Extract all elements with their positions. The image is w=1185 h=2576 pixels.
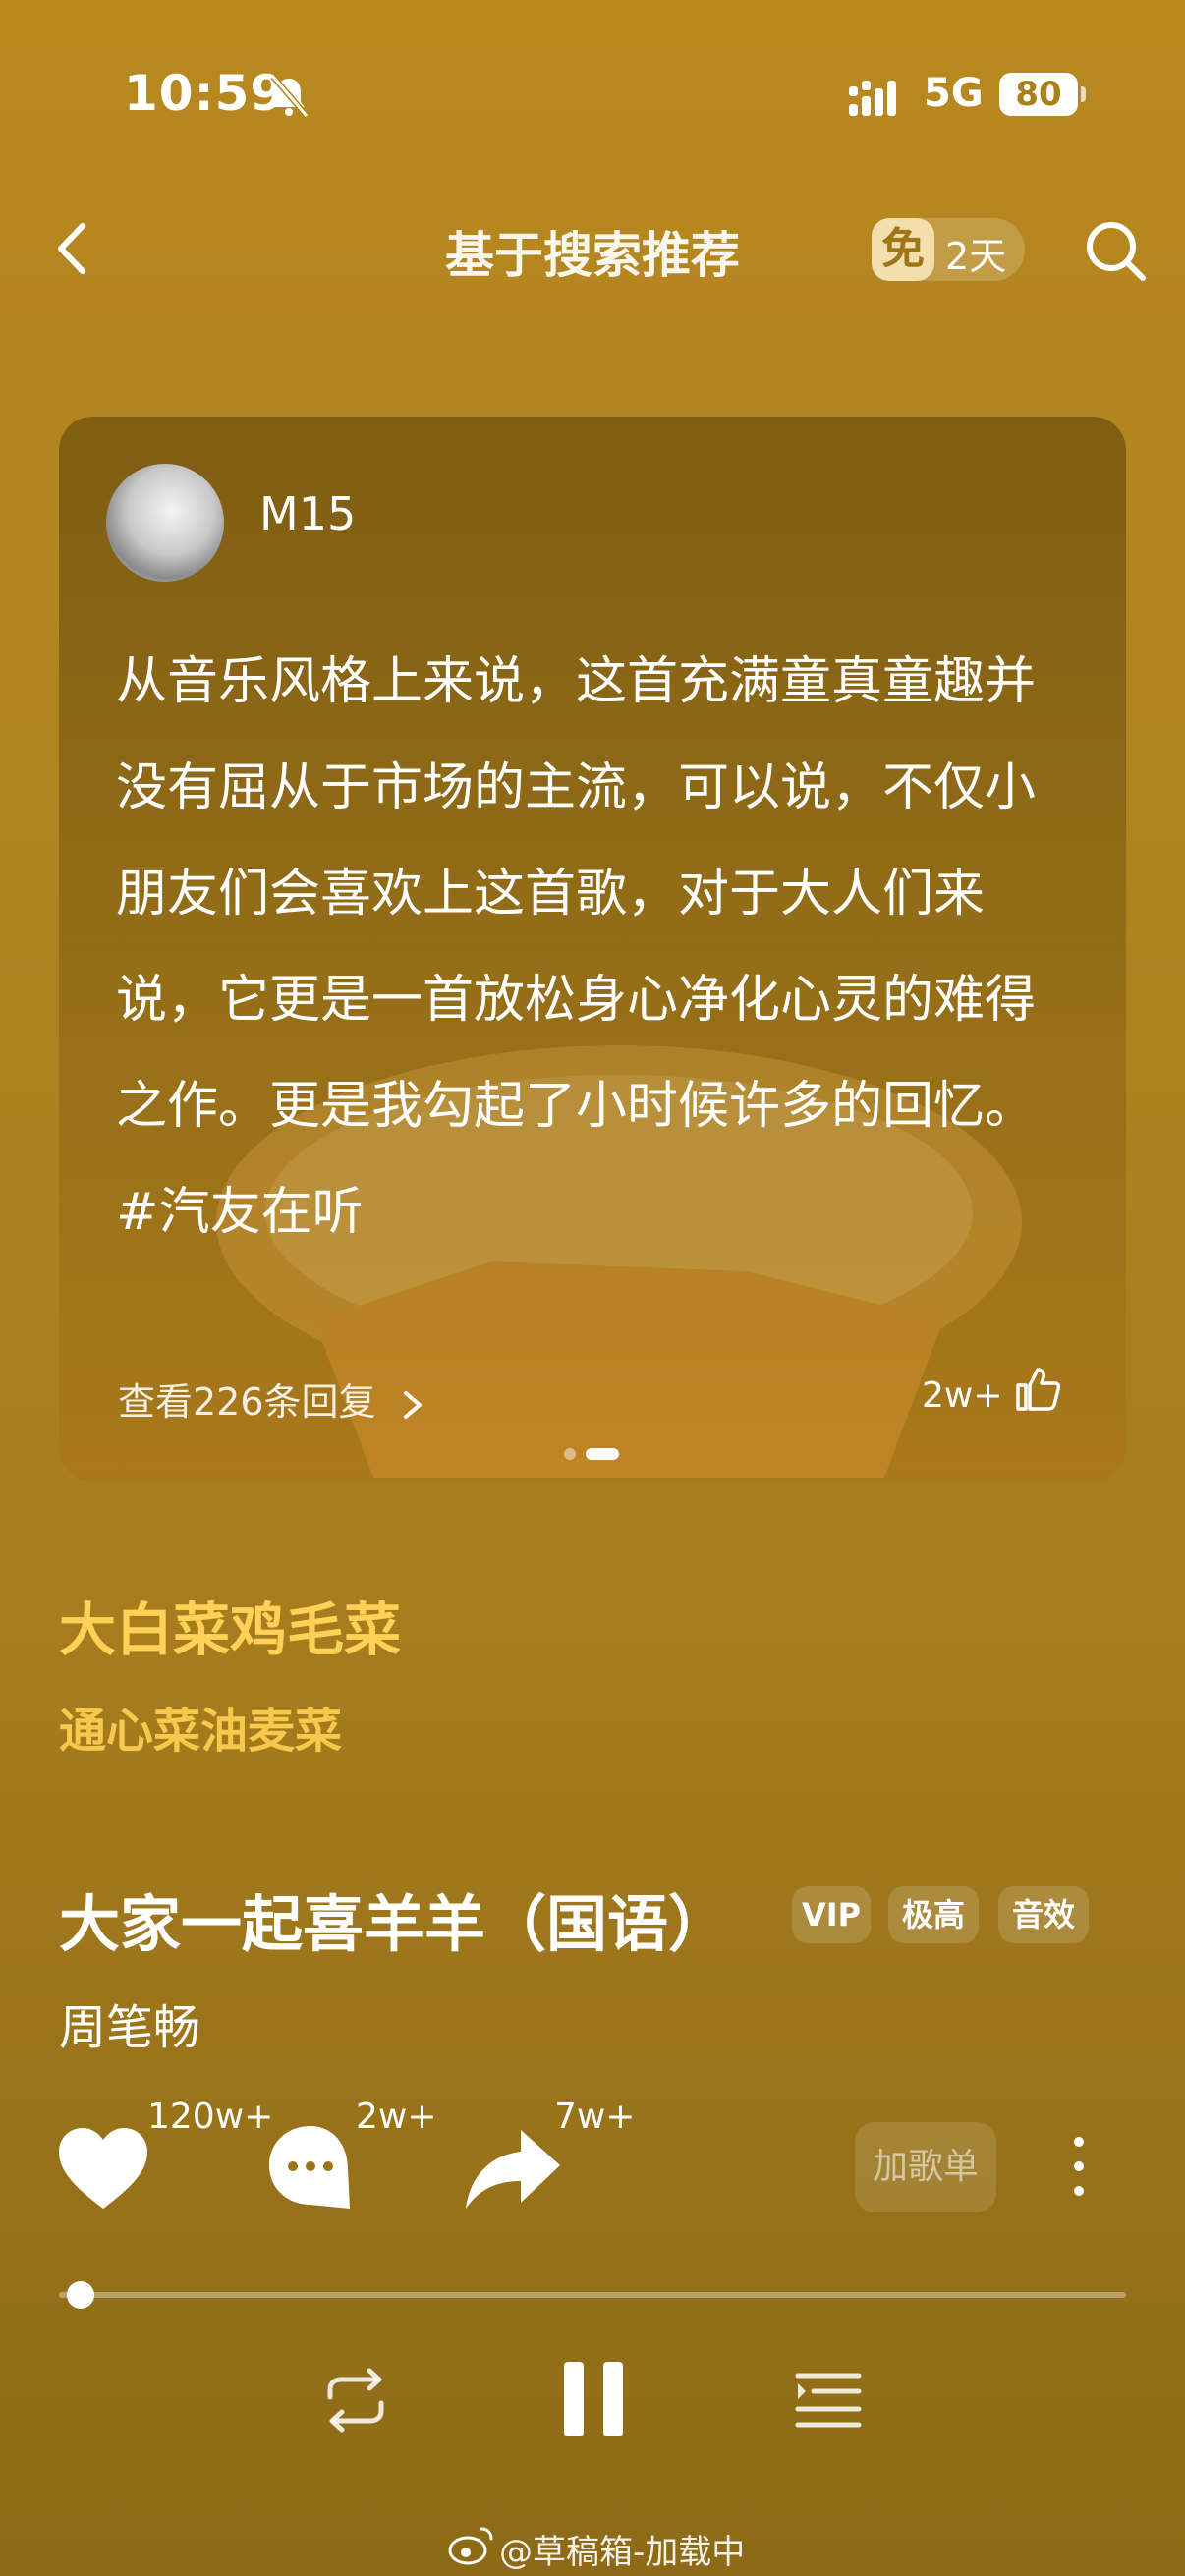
view-replies-link[interactable]: 查看226条回复 xyxy=(118,1372,427,1426)
chevron-right-icon xyxy=(403,1390,422,1419)
signal-icon xyxy=(849,81,896,116)
quality-tag[interactable]: 极高 xyxy=(888,1886,979,1943)
lyric-next-line: 通心菜油麦菜 xyxy=(59,1704,343,1759)
comment-bubble-icon[interactable] xyxy=(265,2122,356,2212)
comment-text: 从音乐风格上来说，这首充满童真童趣并没有屈从于市场的主流，可以说，不仅小朋友们会… xyxy=(116,652,1037,1242)
free-badge: 免 xyxy=(872,218,934,281)
lyric-current-line: 大白菜鸡毛菜 xyxy=(59,1596,402,1663)
commenter-avatar[interactable] xyxy=(106,464,224,582)
pause-icon[interactable] xyxy=(562,2360,625,2438)
card-page-dot-active xyxy=(586,1448,619,1460)
view-replies-label: 查看226条回复 xyxy=(118,1380,376,1424)
search-icon[interactable] xyxy=(1081,216,1150,285)
commenter-username[interactable]: M15 xyxy=(259,487,356,540)
repeat-icon[interactable] xyxy=(318,2366,393,2435)
song-title: 大家一起喜羊羊（国语） xyxy=(59,1888,730,1960)
comment-like-count: 2w+ xyxy=(922,1375,1003,1416)
network-type: 5G xyxy=(924,71,984,116)
heart-icon[interactable] xyxy=(55,2124,151,2212)
battery-indicator: 80 xyxy=(999,73,1086,116)
add-to-playlist-button[interactable]: 加歌单 xyxy=(855,2122,996,2212)
sound-effect-tag[interactable]: 音效 xyxy=(998,1886,1089,1943)
progress-knob[interactable] xyxy=(66,2281,94,2309)
vip-tag[interactable]: VIP xyxy=(792,1886,871,1943)
share-count: 7w+ xyxy=(554,2097,636,2137)
like-count: 120w+ xyxy=(147,2097,274,2137)
more-options-icon[interactable] xyxy=(1067,2134,1091,2199)
comment-count: 2w+ xyxy=(356,2097,437,2137)
thumbs-up-icon[interactable] xyxy=(1012,1364,1061,1413)
watermark-text: @草稿箱-加载中 xyxy=(499,2533,746,2572)
status-time: 10:59 xyxy=(124,65,286,122)
share-arrow-icon[interactable] xyxy=(462,2126,564,2211)
playlist-icon[interactable] xyxy=(794,2368,863,2433)
weibo-logo-icon xyxy=(448,2527,493,2565)
mute-bell-icon xyxy=(270,75,310,118)
progress-track[interactable] xyxy=(59,2292,1126,2298)
card-page-dot xyxy=(564,1448,576,1460)
artist-name[interactable]: 周笔畅 xyxy=(59,1988,200,2057)
free-days-label: 2天 xyxy=(945,235,1007,278)
